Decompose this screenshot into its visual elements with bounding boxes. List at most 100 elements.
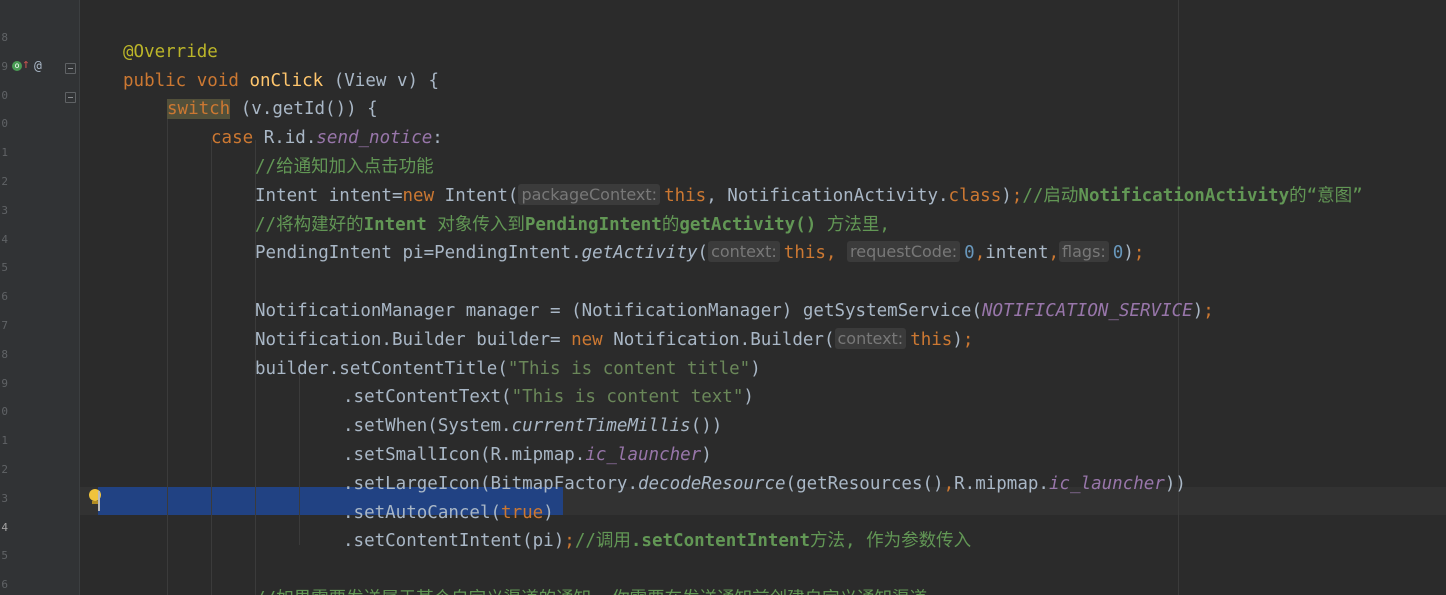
code-token: PendingIntent (524, 214, 662, 235)
code-token: NotificationManager manager = (Notificat… (255, 301, 982, 321)
line-number: 7 (1, 319, 8, 332)
fold-switch-icon[interactable] (65, 92, 76, 103)
code-line[interactable]: //给通知加入点击功能 (255, 153, 434, 182)
code-line[interactable]: Notification.Builder builder= new Notifi… (255, 326, 973, 355)
code-token: NotificationActivity (1078, 185, 1290, 206)
line-number: 5 (1, 261, 8, 275)
line-number: 6 (1, 290, 8, 304)
code-token: R.id. (263, 128, 317, 149)
code-token: //调用 (574, 531, 631, 552)
code-line[interactable]: @Override (123, 38, 218, 67)
parameter-hint: flags: (1059, 241, 1109, 263)
code-line[interactable]: //如果需要发送属于某个自定义渠道的通知, 你需要在发送通知前创建自定义通知渠道 (255, 585, 927, 595)
code-line[interactable]: .setSmallIcon(R.mipmap.ic_launcher) (343, 441, 712, 470)
code-line[interactable]: PendingIntent pi=PendingIntent.getActivi… (255, 239, 1144, 268)
code-token: ; (1203, 301, 1214, 321)
code-token: //将构建好的 (255, 214, 364, 235)
code-token: 对象传入到 (426, 214, 525, 235)
code-line[interactable]: .setLargeIcon(BitmapFactory.decodeResour… (343, 470, 1186, 499)
line-number: 0 (1, 88, 8, 102)
code-token: onClick (249, 70, 324, 91)
code-line[interactable]: .setWhen(System.currentTimeMillis()) (343, 412, 722, 441)
code-token: new (402, 185, 445, 206)
text-caret (98, 491, 100, 511)
line-number: 9 (1, 376, 8, 390)
code-token: : (432, 128, 443, 149)
line-number: 0 (1, 117, 8, 131)
code-token: case (211, 128, 264, 149)
code-line[interactable]: .setContentText("This is content text") (343, 383, 754, 412)
code-line[interactable]: //将构建好的Intent 对象传入到PendingIntent的getActi… (255, 211, 890, 240)
code-token: Intent (363, 214, 427, 235)
parameter-hint: context: (834, 327, 907, 349)
code-token: builder.setContentTitle( (255, 358, 508, 379)
indent-guide (211, 140, 212, 595)
code-line[interactable]: switch (v.getId()) { (167, 95, 378, 124)
code-token: 0 (1112, 243, 1124, 264)
code-token: (View v) { (323, 70, 440, 91)
code-token: this (664, 185, 707, 206)
code-line[interactable]: case R.id.send_notice: (211, 124, 443, 153)
code-token: ) (1123, 243, 1134, 264)
code-token: , (974, 243, 986, 264)
indent-guide (299, 370, 300, 545)
code-token: Intent intent= (255, 185, 403, 206)
implements-arrow-icon[interactable]: ↑ (22, 58, 30, 72)
code-token: this, (783, 243, 847, 264)
line-number: 2 (1, 175, 8, 188)
annotation-icon[interactable]: @ (34, 60, 42, 74)
line-number: 8 (1, 31, 8, 44)
line-number: 2 (1, 463, 8, 476)
code-token: , NotificationActivity. (706, 185, 949, 206)
code-token: ( (697, 243, 709, 264)
code-token: .setLargeIcon(BitmapFactory. (343, 473, 639, 494)
code-token: new (571, 329, 614, 350)
code-token: switch (167, 99, 231, 120)
code-token: 的“意图” (1289, 185, 1363, 206)
line-number: 5 (1, 549, 8, 563)
code-token: getActivity (581, 243, 698, 264)
line-number: 4 (1, 232, 8, 246)
fold-method-icon[interactable] (65, 63, 76, 74)
code-area[interactable]: @Override public void onClick (View v) {s… (80, 0, 1446, 595)
code-token: 0 (964, 243, 975, 264)
code-token: ) (1001, 185, 1012, 206)
editor-gutter[interactable]: 890012345678901234567 o ↑ @ (0, 0, 80, 595)
code-token: ; (1133, 243, 1145, 264)
line-number: 9 (1, 59, 8, 73)
code-token: true (501, 502, 544, 523)
line-number: 6 (1, 578, 8, 592)
code-token: .setContentIntent(pi) (343, 531, 565, 552)
code-token: R.mipmap. (954, 473, 1049, 494)
code-token: "This is content text" (511, 387, 744, 408)
code-token: currentTimeMillis (511, 416, 691, 437)
code-token: ; (564, 531, 575, 552)
code-token: .setSmallIcon(R.mipmap. (343, 445, 586, 465)
code-token: Intent( (444, 185, 519, 206)
indent-guide (167, 112, 168, 595)
code-line[interactable]: public void onClick (View v) { (123, 67, 439, 96)
code-token: //启动 (1022, 185, 1079, 206)
code-token: 的 (661, 214, 680, 235)
parameter-hint: context: (708, 241, 780, 263)
code-line[interactable]: builder.setContentTitle("This is content… (255, 355, 761, 384)
code-token: 方法, 作为参数传入 (810, 531, 972, 552)
code-editor[interactable]: 890012345678901234567 o ↑ @ @Overridepub… (0, 0, 1446, 595)
code-line[interactable]: Intent intent=new Intent(packageContext:… (255, 182, 1363, 211)
code-token: public void (123, 70, 250, 91)
code-token: "This is content title" (507, 358, 751, 379)
parameter-hint: requestCode: (847, 241, 961, 263)
code-line[interactable]: .setContentIntent(pi);//调用.setContentInt… (343, 527, 971, 556)
code-token: ) (1192, 301, 1204, 321)
override-method-icon[interactable]: o (12, 61, 22, 71)
code-line[interactable]: .setAutoCancel(true) (343, 499, 554, 528)
code-token: ; (1011, 185, 1023, 206)
code-token: ()) (690, 416, 723, 437)
code-token: //给通知加入点击功能 (255, 157, 434, 177)
code-token: PendingIntent pi=PendingIntent. (255, 243, 582, 264)
code-token: , (943, 473, 955, 494)
line-number: 3 (1, 491, 8, 505)
code-token: ) (543, 502, 554, 523)
code-line[interactable]: NotificationManager manager = (Notificat… (255, 297, 1214, 326)
code-token: 方法里, (816, 214, 890, 235)
